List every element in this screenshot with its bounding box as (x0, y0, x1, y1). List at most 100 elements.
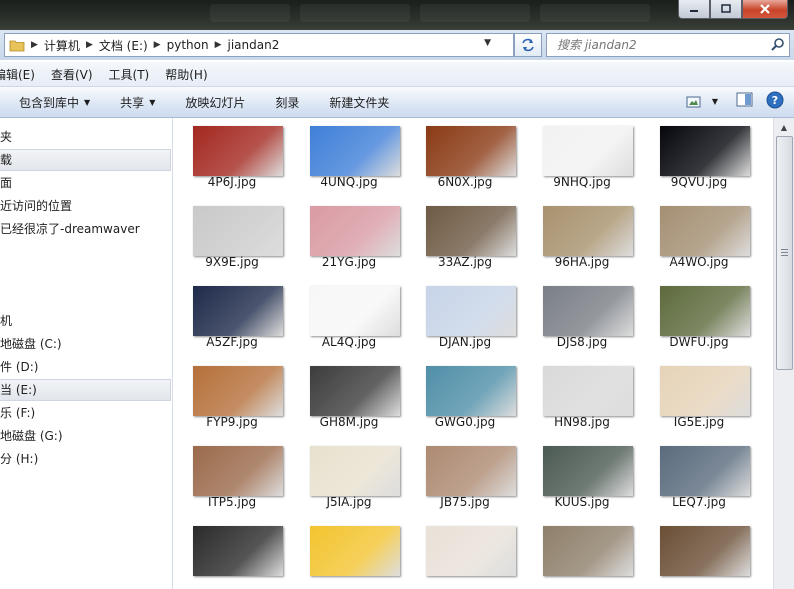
image-thumbnail[interactable] (193, 526, 283, 576)
file-item[interactable] (523, 518, 641, 589)
nav-item-drive-g[interactable]: 地磁盘 (G:) (0, 426, 170, 446)
image-thumbnail[interactable] (660, 126, 750, 176)
image-thumbnail[interactable] (426, 526, 516, 576)
breadcrumb-current-folder[interactable]: jiandan2 (228, 38, 280, 52)
search-input[interactable] (555, 37, 759, 53)
file-item[interactable] (290, 518, 408, 589)
chevron-right-icon[interactable]: ▶ (215, 40, 222, 50)
image-thumbnail[interactable] (193, 446, 283, 496)
search-icon[interactable] (771, 37, 785, 51)
address-history-dropdown[interactable]: ▼ (484, 38, 491, 48)
file-item[interactable] (173, 518, 291, 589)
image-thumbnail[interactable] (543, 366, 633, 416)
chevron-right-icon[interactable]: ▶ (31, 40, 38, 50)
file-item[interactable]: GH8M.jpg (290, 358, 408, 438)
file-item[interactable]: DWFU.jpg (640, 278, 758, 358)
image-thumbnail[interactable] (660, 286, 750, 336)
file-item[interactable]: 9X9E.jpg (173, 198, 291, 278)
burn-button[interactable]: 刻录 (256, 94, 310, 111)
image-thumbnail[interactable] (543, 286, 633, 336)
image-thumbnail[interactable] (193, 126, 283, 176)
minimize-button[interactable] (678, 0, 710, 19)
menu-help[interactable]: 帮助(H) (157, 66, 215, 83)
image-thumbnail[interactable] (660, 366, 750, 416)
nav-item-drive-c[interactable]: 地磁盘 (C:) (0, 334, 170, 354)
image-thumbnail[interactable] (543, 206, 633, 256)
nav-item-drive-e[interactable]: 当 (E:) (0, 379, 171, 401)
file-item[interactable]: 6N0X.jpg (406, 118, 524, 198)
file-item[interactable]: DJAN.jpg (406, 278, 524, 358)
file-item[interactable]: KUUS.jpg (523, 438, 641, 518)
file-item[interactable]: HN98.jpg (523, 358, 641, 438)
nav-item-drive-h[interactable]: 分 (H:) (0, 449, 170, 469)
file-item[interactable]: ITP5.jpg (173, 438, 291, 518)
image-thumbnail[interactable] (426, 286, 516, 336)
image-thumbnail[interactable] (426, 126, 516, 176)
image-thumbnail[interactable] (660, 446, 750, 496)
scrollbar-thumb[interactable] (776, 136, 793, 370)
image-thumbnail[interactable] (310, 286, 400, 336)
file-item[interactable] (640, 518, 758, 589)
maximize-button[interactable] (710, 0, 742, 19)
nav-item-drive-f[interactable]: 乐 (F:) (0, 403, 170, 423)
image-thumbnail[interactable] (193, 286, 283, 336)
menu-tools[interactable]: 工具(T) (101, 66, 158, 83)
menu-view[interactable]: 查看(V) (43, 66, 101, 83)
image-thumbnail[interactable] (543, 446, 633, 496)
file-item[interactable]: A4WO.jpg (640, 198, 758, 278)
file-item[interactable]: 4P6J.jpg (173, 118, 291, 198)
image-thumbnail[interactable] (310, 446, 400, 496)
help-button[interactable]: ? (766, 91, 784, 112)
slideshow-button[interactable]: 放映幻灯片 (166, 94, 256, 111)
file-item[interactable]: GWG0.jpg (406, 358, 524, 438)
refresh-button[interactable] (514, 33, 542, 57)
search-box[interactable] (546, 33, 790, 57)
chevron-right-icon[interactable]: ▶ (86, 40, 93, 50)
nav-item-recent-places[interactable]: 近访问的位置 (0, 196, 170, 216)
file-item[interactable]: 4UNQ.jpg (290, 118, 408, 198)
menu-edit[interactable]: 编辑(E) (0, 66, 43, 83)
close-button[interactable] (742, 0, 788, 19)
file-item[interactable]: JB75.jpg (406, 438, 524, 518)
breadcrumb-computer[interactable]: 计算机 (44, 37, 80, 54)
file-item[interactable]: FYP9.jpg (173, 358, 291, 438)
image-thumbnail[interactable] (310, 526, 400, 576)
nav-item-dreamwaver[interactable]: 已经很凉了-dreamwaver (0, 219, 170, 239)
change-view-button[interactable]: ▼ (686, 95, 718, 109)
file-item[interactable]: J5IA.jpg (290, 438, 408, 518)
vertical-scrollbar[interactable]: ▲ (773, 118, 794, 589)
file-item[interactable] (406, 518, 524, 589)
file-item[interactable]: 9NHQ.jpg (523, 118, 641, 198)
file-item[interactable]: AL4Q.jpg (290, 278, 408, 358)
file-item[interactable]: IG5E.jpg (640, 358, 758, 438)
image-thumbnail[interactable] (426, 206, 516, 256)
image-thumbnail[interactable] (310, 366, 400, 416)
image-thumbnail[interactable] (660, 206, 750, 256)
preview-pane-button[interactable] (736, 92, 754, 111)
image-thumbnail[interactable] (543, 526, 633, 576)
file-item[interactable]: DJS8.jpg (523, 278, 641, 358)
image-thumbnail[interactable] (193, 366, 283, 416)
image-thumbnail[interactable] (426, 366, 516, 416)
nav-item-downloads[interactable]: 载 (0, 149, 171, 171)
image-thumbnail[interactable] (426, 446, 516, 496)
file-item[interactable]: 9QVU.jpg (640, 118, 758, 198)
address-bar[interactable]: ▶ 计算机 ▶ 文档 (E:) ▶ python ▶ jiandan2 ▼ (4, 33, 514, 57)
file-item[interactable]: LEQ7.jpg (640, 438, 758, 518)
chevron-right-icon[interactable]: ▶ (154, 40, 161, 50)
image-thumbnail[interactable] (310, 126, 400, 176)
nav-item-desktop[interactable]: 面 (0, 173, 170, 193)
file-item[interactable]: A5ZF.jpg (173, 278, 291, 358)
nav-item-computer[interactable]: 机 (0, 311, 170, 331)
share-button[interactable]: 共享 ▼ (101, 94, 166, 111)
breadcrumb-drive-e[interactable]: 文档 (E:) (99, 37, 148, 54)
scroll-up-arrow-icon[interactable]: ▲ (776, 120, 792, 134)
image-thumbnail[interactable] (310, 206, 400, 256)
file-item[interactable]: 21YG.jpg (290, 198, 408, 278)
nav-item-drive-d[interactable]: 件 (D:) (0, 357, 170, 377)
breadcrumb-python[interactable]: python (167, 38, 209, 52)
image-thumbnail[interactable] (193, 206, 283, 256)
include-in-library-button[interactable]: 包含到库中 ▼ (0, 94, 101, 111)
image-thumbnail[interactable] (660, 526, 750, 576)
file-item[interactable]: 33AZ.jpg (406, 198, 524, 278)
